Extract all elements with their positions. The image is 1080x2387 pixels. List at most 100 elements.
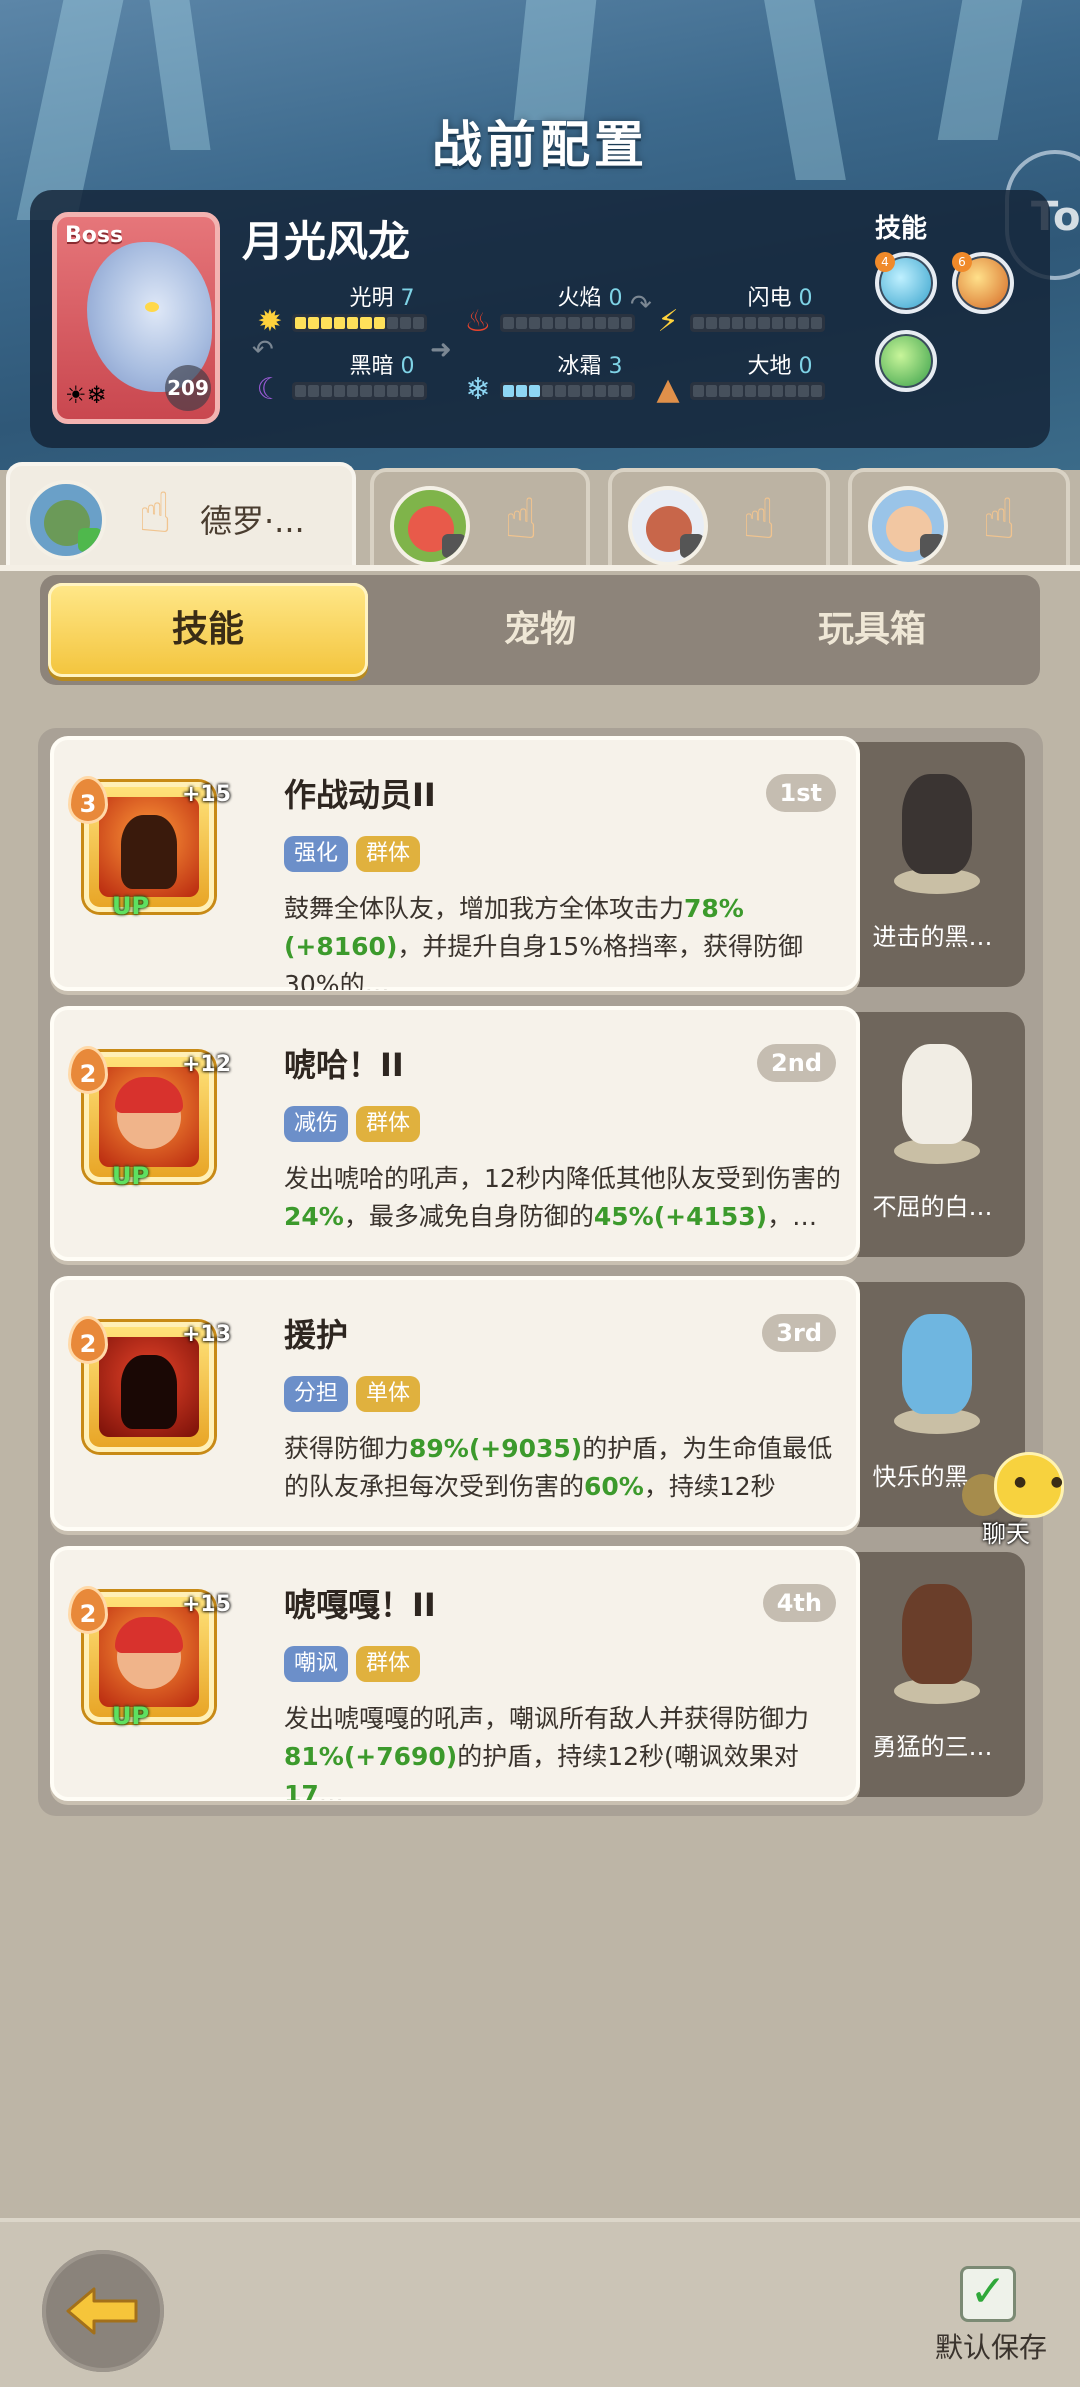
skill-card-body: 2 +12 UP 唬哈！II 2nd 减伤 群体 发出唬哈的吼声，12秒内降低其… (50, 1006, 860, 1261)
fire-claw-icon[interactable]: 6 (952, 252, 1014, 314)
hero-tab-1[interactable]: ☝ 德罗·... (6, 462, 356, 568)
skill-title: 唬哈！II (284, 1046, 404, 1084)
skill-description: 获得防御力89%(+9035)的护盾，为生命值最低的队友承担每次受到伤害的60%… (284, 1434, 833, 1501)
stat-bar-segment (503, 317, 515, 329)
skill-order-badge: 3rd (762, 1314, 836, 1352)
hero-avatar (390, 486, 470, 566)
stat-bar-segment (386, 317, 398, 329)
stat-bar-segment (771, 317, 783, 329)
skill-tag: 分担 (284, 1376, 349, 1412)
pet-slot[interactable]: 进击的黑… (840, 742, 1025, 987)
stat-bar-segment (373, 385, 385, 397)
pet-slot[interactable]: 不屈的白… (840, 1012, 1025, 1257)
boss-element-icons: ☀❄ (65, 381, 107, 409)
chat-button[interactable]: ● ● 聊天 (962, 1448, 1074, 1548)
stat-bar-segment (732, 385, 744, 397)
skill-card[interactable]: 勇猛的三… 2 +15 UP 唬嘎嘎！II 4th 嘲讽 群体 发出唬嘎嘎的吼声… (50, 1546, 1028, 1801)
hero-tab-2[interactable]: ☝ (370, 468, 590, 568)
boss-name: 月光风龙 (242, 217, 411, 266)
stat-earth: ▲ 大地 0 (650, 348, 870, 408)
stat-bar-segment (797, 385, 809, 397)
boss-portrait[interactable]: Boss ☀❄ 209 (52, 212, 220, 424)
skill-card-body: 3 +15 UP 作战动员II 1st 强化 群体 鼓舞全体队友，增加我方全体攻… (50, 736, 860, 991)
back-button[interactable] (42, 2250, 164, 2372)
stat-light: ✹ 光明 7 (252, 280, 472, 340)
stat-bar-segment (542, 385, 554, 397)
skill-card[interactable]: 快乐的黑… 2 +13 援护 3rd 分担 单体 获得防御力89%(+9035)… (50, 1276, 1028, 1531)
stat-bar-segment (594, 385, 606, 397)
stat-bar-segment (568, 317, 580, 329)
pet-figure (882, 764, 992, 894)
skill-title: 作战动员II (284, 776, 436, 814)
stat-bar-segment (555, 317, 567, 329)
skill-plus-level: +13 (182, 1322, 232, 1347)
pet-figure (882, 1304, 992, 1434)
stat-bar-segment (516, 317, 528, 329)
stat-bar-segment (607, 317, 619, 329)
earth-scroll-icon[interactable] (875, 330, 937, 392)
skill-card[interactable]: 不屈的白… 2 +12 UP 唬哈！II 2nd 减伤 群体 发出唬哈的吼声，1… (50, 1006, 1028, 1261)
stat-bar-segment (399, 385, 411, 397)
skill-order-badge: 4th (762, 1584, 836, 1622)
pet-figure (882, 1574, 992, 1704)
stat-bar-segment (295, 385, 307, 397)
hand-pointer-icon: ☝ (981, 487, 1017, 552)
tab-skills[interactable]: 技能 (48, 583, 368, 677)
stat-bar-segment (732, 317, 744, 329)
stat-bar-segment (321, 317, 333, 329)
pet-name: 不屈的白… (872, 1193, 993, 1221)
stat-bar-segment (784, 385, 796, 397)
skill-tag: 群体 (356, 836, 421, 872)
stat-bar-segment (758, 385, 770, 397)
stat-bar-segment (745, 385, 757, 397)
stat-bar-segment (810, 385, 822, 397)
pet-figure (882, 1034, 992, 1164)
stat-bar-segment (542, 317, 554, 329)
pet-slot[interactable]: 勇猛的三… (840, 1552, 1025, 1797)
skill-card[interactable]: 进击的黑… 3 +15 UP 作战动员II 1st 强化 群体 鼓舞全体队友，增… (50, 736, 1028, 991)
stat-bar-segment (620, 385, 632, 397)
stat-bar-segment (516, 385, 528, 397)
default-save-label: 默认保存 (935, 2331, 1048, 2364)
skill-up-label: UP (112, 1702, 150, 1730)
skill-tag: 单体 (356, 1376, 421, 1412)
skill-tag: 嘲讽 (284, 1646, 349, 1682)
stat-bar-segment (412, 385, 424, 397)
skill-order-badge: 2nd (757, 1044, 836, 1082)
hero-avatar (868, 486, 948, 566)
skill-tags: 强化 群体 (284, 836, 421, 872)
lightning-icon: ⚡ (657, 304, 679, 339)
stat-bar-segment (334, 385, 346, 397)
tab-toybox[interactable]: 玩具箱 (712, 583, 1032, 677)
hand-pointer-icon: ☝ (741, 487, 777, 552)
skill-plus-level: +15 (182, 1592, 232, 1617)
skill-card-body: 2 +15 UP 唬嘎嘎！II 4th 嘲讽 群体 发出唬嘎嘎的吼声，嘲讽所有敌… (50, 1546, 860, 1801)
stat-bar-segment (693, 317, 705, 329)
hero-name: 德罗·... (200, 502, 305, 540)
stat-bar-segment (386, 385, 398, 397)
stat-bar-segment (719, 317, 731, 329)
stat-bar-segment (581, 385, 593, 397)
skill-description: 鼓舞全体队友，增加我方全体攻击力78%(+8160)，并提升自身15%格挡率，获… (284, 894, 803, 990)
stat-bar-segment (797, 317, 809, 329)
hero-tab-4[interactable]: ☝ (848, 468, 1070, 568)
skill-plus-level: +12 (182, 1052, 232, 1077)
tab-pets[interactable]: 宠物 (380, 583, 700, 677)
stat-bar-segment (745, 317, 757, 329)
skill-up-label: UP (112, 1162, 150, 1190)
flame-icon: ♨ (464, 304, 492, 339)
cycle-arrow-icon: ↷ (630, 290, 652, 320)
stat-bar-segment (295, 317, 307, 329)
stat-bar-segment (360, 385, 372, 397)
boss-tag: Boss (65, 223, 124, 248)
stat-bar (500, 314, 635, 332)
snowflake-icon: ❄ (465, 372, 491, 407)
skill-tag: 强化 (284, 836, 349, 872)
skill-tags: 减伤 群体 (284, 1106, 421, 1142)
skill-up-label: UP (112, 892, 150, 920)
hero-tab-3[interactable]: ☝ (608, 468, 830, 568)
ice-whirl-icon[interactable]: 4 (875, 252, 937, 314)
stat-bar-segment (607, 385, 619, 397)
default-save-checkbox[interactable]: ✓ (960, 2266, 1016, 2322)
stat-bar-segment (581, 317, 593, 329)
